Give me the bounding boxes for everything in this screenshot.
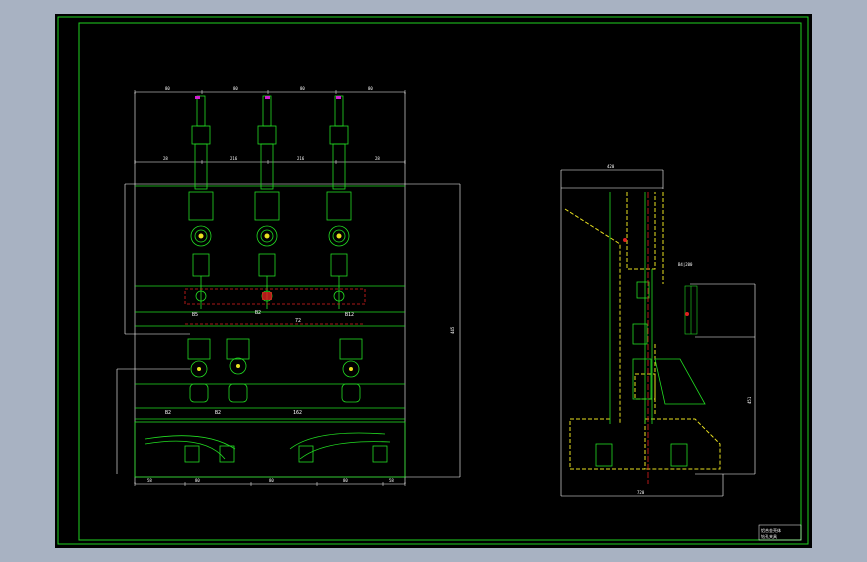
side-view: 420 720 451 B4|200 xyxy=(560,164,756,497)
clamp-part-1 xyxy=(196,95,206,127)
title-block: 铝合金壳体 钻孔夹具 xyxy=(758,524,802,541)
front-label-3: B12 xyxy=(345,312,354,318)
outer-frame xyxy=(57,16,809,545)
drawing-sheet: 80 80 80 80 28 216 216 28 58 80 80 80 58… xyxy=(55,14,812,548)
side-top-dim: 420 xyxy=(607,164,615,169)
front-mid-dim-3: 216 xyxy=(297,156,305,161)
clamp-part-2 xyxy=(258,253,276,277)
side-right-dim: 451 xyxy=(747,396,752,404)
front-top-dim-2: 80 xyxy=(233,86,238,91)
front-label-1: B5 xyxy=(192,312,198,318)
red-beam xyxy=(184,288,366,325)
clamp-part-1 xyxy=(191,125,211,145)
front-mid-dim-1: 28 xyxy=(163,156,168,161)
title-line-2: 钻孔夹具 xyxy=(761,533,777,539)
clamp-part-3 xyxy=(329,125,349,145)
front-label-5: B2 xyxy=(165,410,171,416)
clamp-part-2 xyxy=(260,143,274,190)
clamp-part-1 xyxy=(188,191,214,221)
side-detail-label: B4|200 xyxy=(678,262,693,267)
clamp-part-1 xyxy=(194,143,208,190)
clamp-part-2 xyxy=(262,95,272,127)
front-label-2: B2 xyxy=(255,310,261,316)
side-bottom-dim: 720 xyxy=(637,490,645,495)
clamp-part-3 xyxy=(334,95,344,127)
clamp-part-3 xyxy=(332,143,346,190)
clamp-part-1 xyxy=(192,253,210,277)
clamp-part-3 xyxy=(330,253,348,277)
inner-frame xyxy=(78,22,802,541)
front-bot-dim-2: 80 xyxy=(195,478,200,483)
front-label-6: 162 xyxy=(293,410,302,416)
front-label-7: B2 xyxy=(215,410,221,416)
front-bot-dim-4: 80 xyxy=(343,478,348,483)
front-bot-dim-1: 58 xyxy=(147,478,152,483)
front-bot-dim-3: 80 xyxy=(269,478,274,483)
front-top-dim-3: 80 xyxy=(300,86,305,91)
front-view: 80 80 80 80 28 216 216 28 58 80 80 80 58… xyxy=(116,86,461,486)
title-line-1: 铝合金壳体 xyxy=(761,527,781,533)
front-top-dim-4: 80 xyxy=(368,86,373,91)
clamp-part-3 xyxy=(326,191,352,221)
front-mid-dim-2: 216 xyxy=(230,156,238,161)
clamp-part-2 xyxy=(257,125,277,145)
front-mid-dim-4: 28 xyxy=(375,156,380,161)
front-bot-dim-5: 58 xyxy=(389,478,394,483)
front-side-total: 445 xyxy=(450,326,455,334)
front-label-4: 72 xyxy=(295,318,301,324)
clamp-part-2 xyxy=(254,191,280,221)
cad-drawing: 80 80 80 80 28 216 216 28 58 80 80 80 58… xyxy=(57,16,809,545)
front-top-dim-1: 80 xyxy=(165,86,170,91)
